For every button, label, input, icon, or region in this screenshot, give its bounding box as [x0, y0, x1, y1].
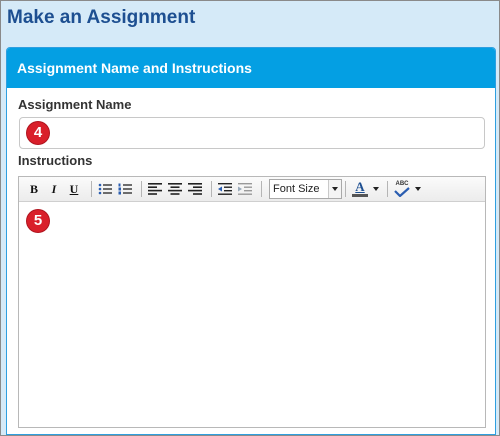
font-color-button[interactable]: A: [351, 180, 369, 198]
page-frame: Make an Assignment Assignment Name and I…: [0, 0, 500, 436]
instructions-text-area[interactable]: [19, 202, 485, 427]
align-right-icon: [188, 183, 202, 195]
underline-icon: U: [69, 181, 79, 196]
spellcheck-icon: [394, 187, 410, 197]
align-center-icon: [168, 183, 182, 195]
assignment-name-input[interactable]: [19, 117, 485, 149]
underline-button[interactable]: U: [67, 180, 81, 198]
outdent-icon: [218, 183, 232, 195]
toolbar-separator: [141, 181, 142, 197]
toolbar-separator: [91, 181, 92, 197]
editor-toolbar: B I U Font Size A ABC: [19, 177, 485, 202]
callout-badge-5: 5: [27, 210, 49, 232]
bullet-list-icon: [98, 183, 112, 195]
bullet-list-button[interactable]: [97, 180, 113, 198]
italic-button[interactable]: I: [47, 180, 61, 198]
numbered-list-icon: [118, 183, 132, 195]
chevron-down-icon: [373, 187, 379, 191]
font-size-dropdown[interactable]: Font Size: [269, 179, 342, 199]
spellcheck-button[interactable]: ABC: [393, 180, 411, 198]
align-right-button[interactable]: [187, 180, 203, 198]
font-size-label: Font Size: [273, 183, 320, 195]
increase-indent-button[interactable]: [237, 180, 253, 198]
spellcheck-dropdown[interactable]: [413, 180, 423, 198]
instructions-editor: B I U Font Size A ABC: [18, 176, 486, 428]
toolbar-separator: [345, 181, 346, 197]
align-left-button[interactable]: [147, 180, 163, 198]
font-color-swatch: [352, 194, 368, 197]
callout-badge-4: 4: [27, 122, 49, 144]
chevron-down-icon: [415, 187, 421, 191]
italic-icon: I: [51, 181, 57, 196]
decrease-indent-button[interactable]: [217, 180, 233, 198]
assignment-name-label: Assignment Name: [18, 97, 132, 112]
bold-button[interactable]: B: [27, 180, 41, 198]
toolbar-separator: [387, 181, 388, 197]
numbered-list-button[interactable]: [117, 180, 133, 198]
toolbar-separator: [211, 181, 212, 197]
indent-icon: [238, 183, 252, 195]
page-title: Make an Assignment: [7, 7, 196, 28]
align-left-icon: [148, 183, 162, 195]
chevron-down-icon: [328, 180, 341, 198]
instructions-label: Instructions: [18, 153, 93, 168]
font-color-icon: A: [355, 179, 365, 194]
font-color-dropdown[interactable]: [371, 180, 381, 198]
bold-icon: B: [29, 181, 38, 196]
assignment-panel: Assignment Name and Instructions Assignm…: [6, 47, 496, 435]
align-center-button[interactable]: [167, 180, 183, 198]
toolbar-separator: [261, 181, 262, 197]
panel-header: Assignment Name and Instructions: [7, 48, 495, 88]
